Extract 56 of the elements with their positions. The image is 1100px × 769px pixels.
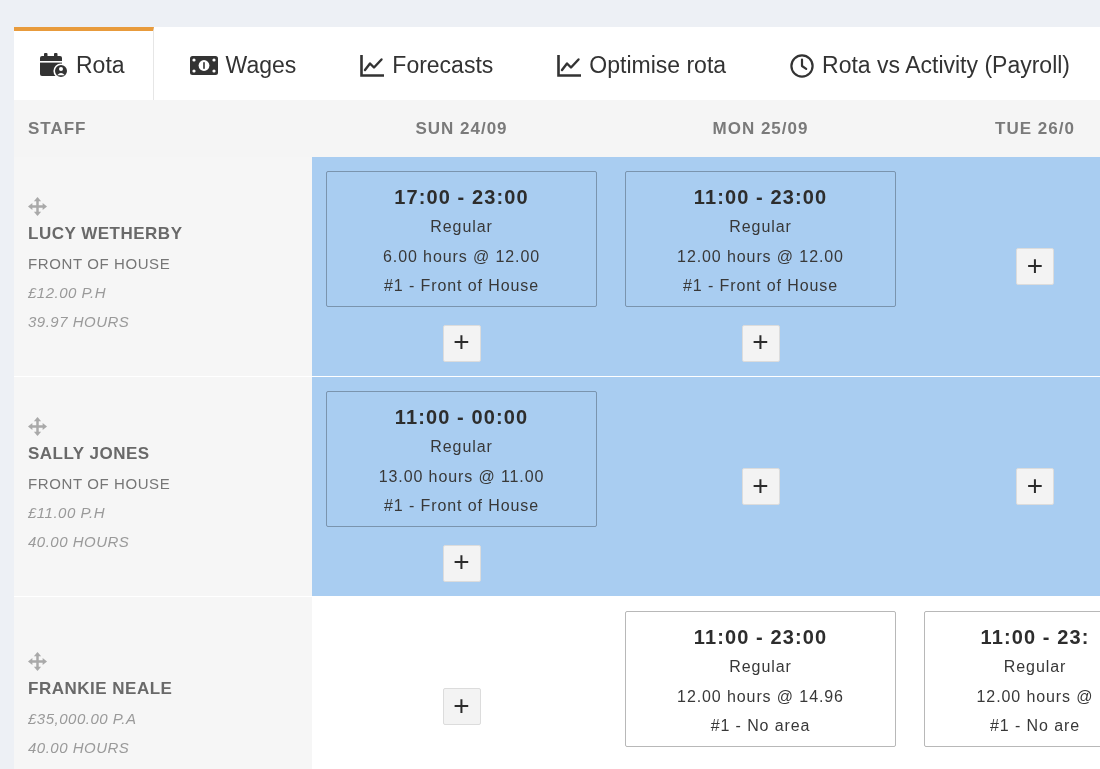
- add-shift-button[interactable]: +: [442, 544, 481, 582]
- shift-type: Regular: [729, 217, 792, 237]
- shift-type: Regular: [1003, 657, 1067, 677]
- shift-hours: 12.00 hours @ 12.00: [677, 246, 844, 267]
- add-shift-button[interactable]: +: [442, 688, 481, 725]
- staff-name: FRANKIE NEALE: [28, 677, 173, 700]
- move-icon[interactable]: [28, 197, 47, 216]
- shift-area: #1 - No area: [710, 711, 811, 741]
- pay-rate: £12.00 P.H: [28, 283, 107, 303]
- shift-time: 11:00 - 23:00: [693, 625, 828, 650]
- tab[interactable]: Rota: [14, 27, 154, 100]
- banknote-icon: [189, 56, 218, 75]
- shift-hours: 12.00 hours @: [976, 686, 1094, 707]
- shift-area: #1 - Front of House: [683, 271, 838, 301]
- weekly-hours: 39.97 HOURS: [28, 312, 130, 332]
- shift-area: #1 - Front of House: [384, 491, 539, 521]
- column-header: SUN 24/09: [415, 118, 508, 139]
- shift-card[interactable]: 11:00 - 23: Regular 12.00 hours @ #1 - No are: [924, 611, 1100, 747]
- column-header: MON 25/09: [712, 118, 809, 139]
- weekly-hours: 40.00 HOURS: [28, 532, 130, 552]
- add-shift-button[interactable]: +: [1016, 468, 1054, 505]
- move-icon[interactable]: [28, 417, 47, 436]
- calendar-user-icon: [40, 53, 68, 78]
- shift-hours: 12.00 hours @ 14.96: [677, 686, 844, 707]
- shift-hours: 13.00 hours @ 11.00: [378, 466, 545, 487]
- shift-time: 11:00 - 23:00: [693, 185, 828, 210]
- pay-rate: £11.00 P.H: [28, 503, 105, 523]
- shift-card[interactable]: 17:00 - 23:00 Regular 6.00 hours @ 12.00 #1 - Front of House: [326, 171, 597, 307]
- add-shift-button[interactable]: +: [741, 324, 780, 362]
- clock-icon: [790, 53, 815, 78]
- shift-card[interactable]: 11:00 - 23:00 Regular 12.00 hours @ 12.00 #1 - Front of House: [625, 171, 896, 307]
- weekly-hours: 40.00 HOURS: [28, 737, 130, 758]
- staff-department: FRONT OF HOUSE: [28, 474, 171, 494]
- add-shift-button[interactable]: +: [442, 324, 481, 362]
- line-chart-icon: [360, 54, 385, 77]
- shift-type: Regular: [430, 437, 493, 457]
- shift-area: #1 - No are: [990, 711, 1080, 741]
- shift-card[interactable]: 11:00 - 23:00 Regular 12.00 hours @ 14.96 #1 - No area: [625, 611, 896, 747]
- add-shift-button[interactable]: +: [741, 468, 780, 505]
- shift-type: Regular: [430, 217, 493, 237]
- add-shift-button[interactable]: +: [1016, 248, 1054, 285]
- shift-time: 11:00 - 23:: [980, 625, 1090, 650]
- column-header: TUE 26/0: [995, 118, 1075, 139]
- staff-department: FRONT OF HOUSE: [28, 254, 171, 274]
- shift-time: 17:00 - 23:00: [394, 185, 529, 210]
- shift-time: 11:00 - 00:00: [394, 405, 529, 430]
- shift-type: Regular: [729, 657, 792, 677]
- shift-area: #1 - Front of House: [384, 271, 539, 301]
- move-icon[interactable]: [28, 651, 47, 671]
- pay-rate: £35,000.00 P.A: [28, 708, 137, 729]
- shift-hours: 6.00 hours @ 12.00: [383, 246, 540, 267]
- line-chart-icon: [557, 54, 582, 77]
- staff-name: LUCY WETHERBY: [28, 223, 183, 245]
- shift-card[interactable]: 11:00 - 00:00 Regular 13.00 hours @ 11.00 #1 - Front of House: [326, 391, 597, 527]
- column-header: STAFF: [28, 118, 87, 139]
- staff-name: SALLY JONES: [28, 443, 150, 465]
